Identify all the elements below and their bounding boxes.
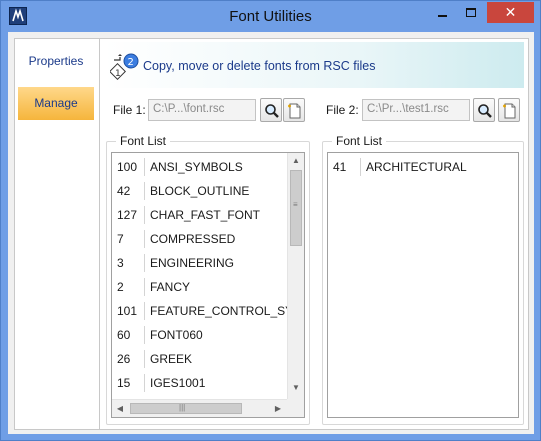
magnifier-icon (478, 104, 492, 118)
close-icon: ✕ (504, 4, 517, 20)
column-separator (144, 326, 145, 344)
font-list-row[interactable]: 42 BLOCK_OUTLINE (112, 179, 287, 203)
font-number: 100 (117, 160, 138, 174)
font-name: COMPRESSED (150, 232, 236, 246)
font-number: 42 (117, 184, 131, 198)
file2-row: File 2: C:\Pr...\test1.rsc (318, 98, 528, 122)
font-name: GREEK (150, 352, 193, 366)
font-name: ANSI_SYMBOLS (150, 160, 243, 174)
font-name: FANCY (150, 280, 191, 294)
column-separator (144, 158, 145, 176)
svg-text:1: 1 (115, 69, 121, 79)
column-separator (144, 182, 145, 200)
file2-browse-button[interactable] (473, 98, 495, 122)
left-font-list-group: Font List 100 ANSI_SYMBOLS 42 BLOCK_OUTLINE… (106, 134, 310, 425)
column-separator (360, 158, 361, 176)
file2-new-button[interactable] (498, 98, 520, 122)
font-number: 101 (117, 304, 138, 318)
column-separator (144, 302, 145, 320)
font-list-row[interactable]: 15 IGES1001 (112, 371, 287, 395)
column-separator (144, 350, 145, 368)
grip-icon: ≡ (293, 200, 298, 209)
maximize-icon (466, 8, 476, 17)
right-font-listbox[interactable]: 41 ARCHITECTURAL (327, 152, 519, 418)
sidebar-item-properties[interactable]: Properties (18, 45, 94, 78)
font-utilities-window: Font Utilities ✕ Properties Manage 1 2 C… (0, 0, 541, 441)
font-list-row[interactable]: 101 FEATURE_CONTROL_SYM (112, 299, 303, 323)
file1-row: File 1: C:\P...\font.rsc (100, 98, 310, 122)
font-list-row[interactable]: 127 CHAR_FAST_FONT (112, 203, 287, 227)
scrollbar-corner (287, 399, 304, 417)
font-name: IGES1001 (150, 376, 206, 390)
font-list-row[interactable]: 26 GREEK (112, 347, 287, 371)
left-font-listbox[interactable]: 100 ANSI_SYMBOLS 42 BLOCK_OUTLINE 127 CHAR_FA… (111, 152, 305, 418)
right-font-list-group: Font List 41 ARCHITECTURAL (322, 134, 524, 425)
font-number: 127 (117, 208, 138, 222)
right-font-list-title: Font List (332, 134, 387, 148)
font-list-row[interactable]: 2 FANCY (112, 275, 287, 299)
left-horizontal-scroll-thumb[interactable]: ||| (130, 403, 242, 414)
minimize-icon (438, 15, 447, 17)
new-file-icon (288, 103, 301, 119)
header-banner: 1 2 Copy, move or delete fonts from RSC … (104, 42, 524, 88)
copy-fonts-icon: 1 2 (109, 51, 140, 83)
column-separator (144, 254, 145, 272)
font-list-row[interactable]: 100 ANSI_SYMBOLS (112, 155, 287, 179)
font-number: 26 (117, 352, 131, 366)
font-list-row[interactable]: 41 ARCHITECTURAL (328, 155, 518, 179)
file1-browse-button[interactable] (260, 98, 282, 122)
banner-text: Copy, move or delete fonts from RSC file… (143, 59, 376, 73)
file2-label: File 2: (326, 103, 359, 117)
dialog-client-area: Properties Manage 1 2 Copy, move or dele… (8, 32, 534, 434)
new-file-icon (503, 103, 516, 119)
font-list-row[interactable]: 3 ENGINEERING (112, 251, 287, 275)
close-button[interactable]: ✕ (487, 2, 534, 23)
scroll-left-arrow-icon[interactable]: ◀ (114, 404, 126, 413)
left-vertical-scrollbar[interactable]: ▲ ≡ ▼ (287, 153, 304, 399)
scroll-right-arrow-icon[interactable]: ▶ (272, 404, 284, 413)
font-list-row[interactable]: 7 COMPRESSED (112, 227, 287, 251)
file2-field[interactable]: C:\Pr...\test1.rsc (362, 99, 470, 121)
scroll-up-arrow-icon[interactable]: ▲ (288, 156, 304, 165)
title-bar[interactable]: Font Utilities ✕ (1, 1, 540, 32)
column-separator (144, 374, 145, 392)
svg-text:2: 2 (128, 57, 134, 68)
magnifier-icon (265, 104, 279, 118)
font-number: 2 (117, 280, 124, 294)
font-list-row[interactable]: 60 FONT060 (112, 323, 287, 347)
font-number: 41 (333, 160, 347, 174)
grip-icon: ||| (179, 403, 186, 412)
minimize-button[interactable] (428, 2, 456, 23)
file1-field[interactable]: C:\P...\font.rsc (148, 99, 256, 121)
column-separator (144, 206, 145, 224)
font-number: 15 (117, 376, 131, 390)
left-horizontal-scrollbar[interactable]: ◀ ||| ▶ (112, 399, 287, 417)
file1-new-button[interactable] (283, 98, 305, 122)
font-number: 3 (117, 256, 124, 270)
font-name: ENGINEERING (150, 256, 235, 270)
maximize-button[interactable] (457, 2, 485, 23)
font-name: BLOCK_OUTLINE (150, 184, 250, 198)
font-name: FONT060 (150, 328, 203, 342)
column-separator (144, 230, 145, 248)
file1-label: File 1: (113, 103, 146, 117)
left-font-list-title: Font List (116, 134, 171, 148)
manage-panel: 1 2 Copy, move or delete fonts from RSC … (99, 38, 529, 430)
scroll-down-arrow-icon[interactable]: ▼ (288, 383, 304, 392)
font-number: 7 (117, 232, 124, 246)
left-vertical-scroll-thumb[interactable]: ≡ (290, 170, 302, 246)
column-separator (144, 278, 145, 296)
sidebar-item-manage[interactable]: Manage (18, 87, 94, 120)
sidebar: Properties Manage (14, 38, 100, 430)
font-name: ARCHITECTURAL (366, 160, 467, 174)
font-number: 60 (117, 328, 131, 342)
font-name: FEATURE_CONTROL_SYM (150, 304, 304, 318)
font-name: CHAR_FAST_FONT (150, 208, 261, 222)
